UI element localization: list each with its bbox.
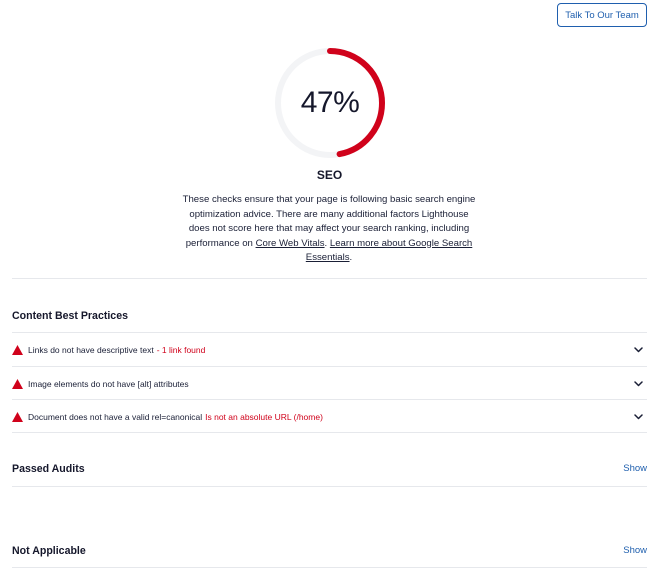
passed-audits-show-link[interactable]: Show xyxy=(623,463,647,474)
passed-audits-title: Passed Audits xyxy=(12,463,85,475)
description-end: . xyxy=(349,252,353,263)
audit-link-text[interactable]: Links do not have descriptive text - 1 l… xyxy=(12,333,647,366)
audit-label: Links do not have descriptive text xyxy=(28,344,154,355)
audit-image-alt[interactable]: Image elements do not have [alt] attribu… xyxy=(12,367,647,400)
audit-detail: - 1 link found xyxy=(156,344,206,355)
content-best-practices-title: Content Best Practices xyxy=(12,310,128,322)
category-description: These checks ensure that your page is fo… xyxy=(182,193,476,266)
warning-triangle-icon xyxy=(12,378,23,389)
warning-triangle-icon xyxy=(12,344,23,355)
learn-more-link[interactable]: Learn more about Google Search Essential… xyxy=(306,238,472,264)
audit-canonical[interactable]: Document does not have a valid rel=canon… xyxy=(12,400,647,433)
audit-label: Document does not have a valid rel=canon… xyxy=(28,411,203,422)
category-title: SEO xyxy=(316,168,343,182)
chevron-down-icon[interactable] xyxy=(633,411,644,422)
chevron-down-icon[interactable] xyxy=(633,344,644,355)
talk-to-our-team-button[interactable]: Talk To Our Team xyxy=(557,3,647,27)
audit-label: Image elements do not have [alt] attribu… xyxy=(28,378,189,389)
not-applicable-show-link[interactable]: Show xyxy=(623,545,647,556)
not-applicable-title: Not Applicable xyxy=(12,545,86,557)
score-value: 47% xyxy=(300,86,360,119)
warning-triangle-icon xyxy=(12,411,23,422)
divider xyxy=(12,567,647,568)
chevron-down-icon[interactable] xyxy=(633,378,644,389)
divider xyxy=(12,432,647,433)
audit-detail: Is not an absolute URL (/home) xyxy=(205,411,323,422)
seo-score-gauge: 47% xyxy=(273,46,387,160)
divider xyxy=(12,486,647,487)
divider xyxy=(12,278,647,279)
core-web-vitals-link[interactable]: Core Web Vitals xyxy=(256,238,325,249)
